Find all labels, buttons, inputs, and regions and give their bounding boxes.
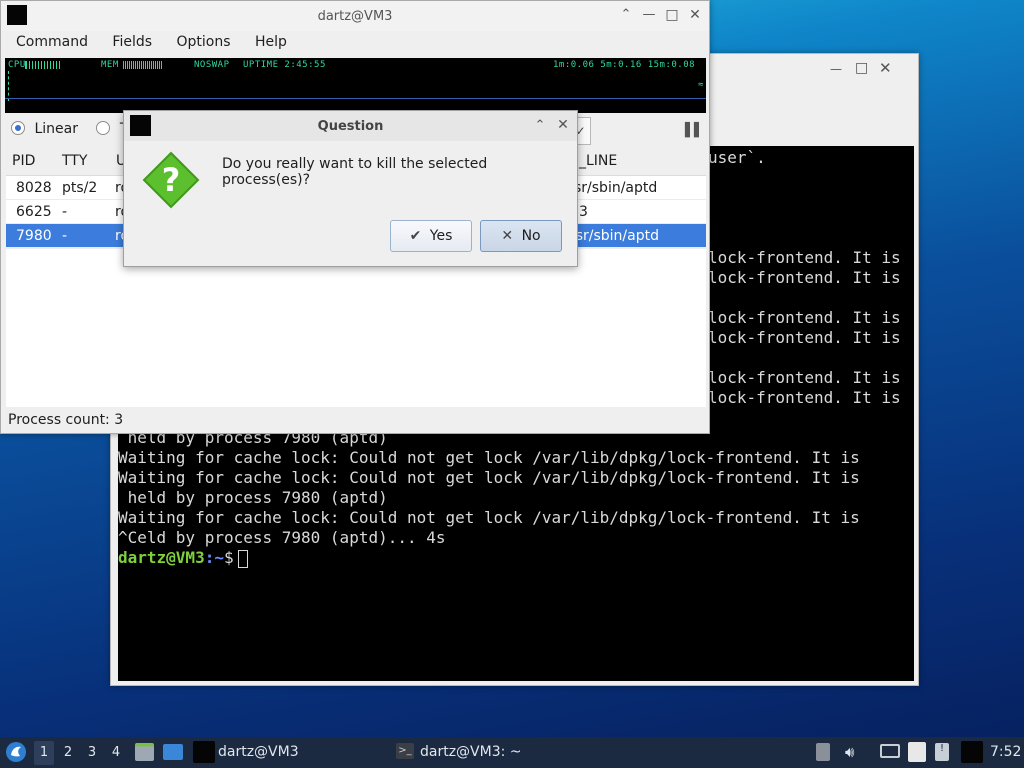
terminal-line: Waiting for cache lock: Could not get lo… [118,448,860,467]
close-icon[interactable]: ✕ [687,7,703,23]
load-average: 1m:0.06 5m:0.16 15m:0.08 [553,60,696,70]
close-icon[interactable]: ✕ [555,117,571,133]
dialog-message: Do you really want to kill the selected … [222,156,488,188]
radio-linear[interactable] [11,121,25,135]
terminal-line: held by process 7980 (aptd) [118,488,388,507]
table-empty-area [6,249,706,407]
task-terminal[interactable]: dartz@VM3: ~ [420,744,522,760]
cell-tty: - [62,204,68,220]
column-command[interactable]: _LINE [579,153,617,169]
workspace-3[interactable]: 3 [82,741,102,765]
column-pid[interactable]: PID [12,153,35,169]
terminal-line: Waiting for cache lock: Could not get lo… [118,468,860,487]
mem-label: MEM [101,60,119,70]
menu-fields[interactable]: Fields [112,34,152,50]
titlebar[interactable]: dartz@VM3 ⌃ — □ ✕ [1,1,709,31]
cpu-bar [25,61,61,69]
no-button[interactable]: ✕ No [480,220,562,252]
text-cursor [237,549,248,568]
cell-command: 3 [579,204,588,220]
graph-baseline [5,98,706,99]
pause-icon[interactable]: ▌▌ [685,123,704,138]
chevron-up-icon[interactable]: ⌃ [532,118,548,133]
start-menu-icon[interactable] [5,741,27,763]
cell-pid: 8028 [16,180,52,196]
column-tty[interactable]: TTY [62,153,87,169]
no-button-label: No [521,228,541,244]
minimize-icon[interactable]: — [641,7,657,22]
svg-text:?: ? [162,161,181,199]
cpu-label: CPU [8,60,26,70]
swap-label: NOSWAP [194,60,230,70]
terminal-line: Waiting for cache lock: Could not get lo… [118,508,860,527]
clipboard-icon[interactable] [908,742,926,762]
view-mode-selector: Linear Tr [11,121,132,141]
cell-command: sr/sbin/aptd [574,180,658,196]
dialog-titlebar[interactable]: Question ⌃ ✕ [124,111,577,141]
prompt-symbol: $ [223,548,234,567]
window-title: dartz@VM3 [317,9,393,24]
resource-meter: CPU MEM NOSWAP UPTIME 2:45:55 1m:0.06 5m… [5,58,706,113]
clock[interactable]: 7:52 [990,744,1021,760]
terminal-task-icon [193,741,215,763]
workspace-4[interactable]: 4 [106,741,126,765]
update-icon[interactable] [816,743,830,761]
status-bar: Process count: 3 [8,412,124,428]
x-icon: ✕ [501,228,514,244]
workspace-2[interactable]: 2 [58,741,78,765]
menubar: Command Fields Options Help [1,34,292,56]
uptime-label: UPTIME 2:45:55 [243,60,326,70]
close-icon[interactable]: ✕ [879,59,892,77]
show-desktop-icon[interactable] [961,741,983,763]
terminal-prompt-icon: >_ [396,743,414,759]
desktop-icon[interactable] [163,744,183,760]
check-icon: ✔ [409,228,422,244]
menu-help[interactable]: Help [255,34,287,50]
mem-bar [123,61,163,69]
volume-icon[interactable]: 🔊︎ [845,743,854,761]
cell-tty: - [62,228,68,244]
cell-pid: 7980 [16,228,52,244]
question-dialog[interactable]: Question ⌃ ✕ ? Do you really want to kil… [123,110,578,267]
menu-options[interactable]: Options [176,34,230,50]
terminal-prompt: dartz@VM3:~$ [118,548,914,568]
graph-marker: ≈ [698,80,704,90]
file-manager-icon[interactable] [135,743,154,761]
maximize-icon[interactable]: □ [664,7,680,23]
cell-command: /sr/sbin/aptd [571,228,659,244]
cell-tty: pts/2 [62,180,98,196]
restore-icon[interactable]: □ [855,60,868,76]
question-icon: ? [142,151,200,209]
workspace-1[interactable]: 1 [34,741,54,765]
cell-pid: 6625 [16,204,52,220]
dialog-title: Question [317,119,384,134]
terminal-line: ^Celd by process 7980 (aptd)... 4s [118,528,446,547]
prompt-path: :~ [204,548,224,567]
minimize-icon[interactable]: — [830,62,842,76]
network-icon[interactable] [880,744,900,758]
radio-linear-label[interactable]: Linear [34,121,78,137]
taskbar: 1 2 3 4 dartz@VM3 >_ dartz@VM3: ~ 🔊︎ ! 7… [0,737,1024,768]
chevron-up-icon[interactable]: ⌃ [618,7,634,22]
task-htop[interactable]: dartz@VM3 [218,744,299,760]
notification-icon[interactable]: ! [935,743,949,761]
cpu-graph [8,71,32,101]
radio-tree[interactable] [96,121,111,135]
yes-button-label: Yes [429,228,453,244]
prompt-user: dartz@VM3 [118,548,205,567]
menu-command[interactable]: Command [16,34,88,50]
yes-button[interactable]: ✔ Yes [390,220,472,252]
